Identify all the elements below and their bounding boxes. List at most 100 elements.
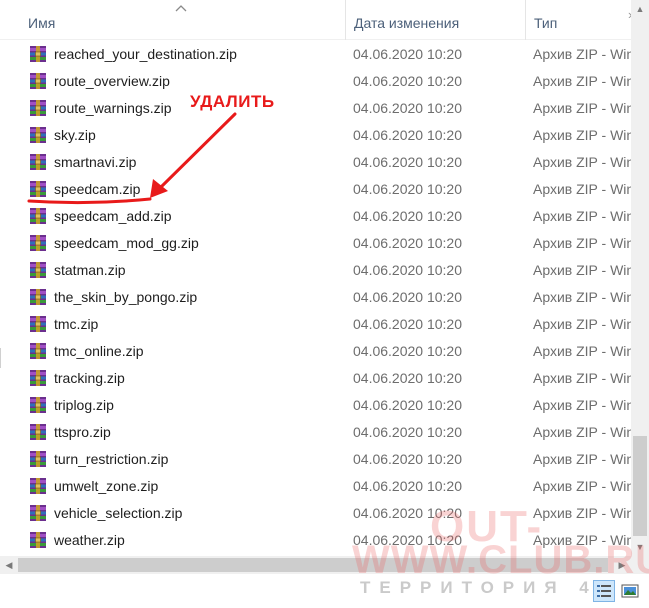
scroll-right-icon[interactable]: ▶ xyxy=(613,556,631,574)
winrar-archive-icon xyxy=(29,504,47,522)
winrar-archive-icon xyxy=(29,72,47,90)
file-date: 04.06.2020 10:20 xyxy=(353,127,462,143)
file-type: Архив ZIP - WinRAR xyxy=(533,370,631,386)
winrar-archive-icon xyxy=(29,315,47,333)
file-row[interactable]: speedcam_add.zip 04.06.2020 10:20 Архив ZI… xyxy=(0,203,631,230)
horizontal-scroll-thumb[interactable] xyxy=(18,558,608,572)
file-type: Архив ZIP - WinRAR xyxy=(533,100,631,116)
file-date: 04.06.2020 10:20 xyxy=(353,262,462,278)
winrar-archive-icon xyxy=(29,126,47,144)
winrar-archive-icon xyxy=(29,153,47,171)
file-name: umwelt_zone.zip xyxy=(54,478,159,494)
file-type: Архив ZIP - WinRAR xyxy=(533,451,631,467)
file-name: tmc.zip xyxy=(54,316,99,332)
file-name: speedcam_add.zip xyxy=(54,208,172,224)
scroll-down-icon[interactable]: ▼ xyxy=(631,538,649,556)
file-date: 04.06.2020 10:20 xyxy=(353,424,462,440)
file-date: 04.06.2020 10:20 xyxy=(353,370,462,386)
file-name: the_skin_by_pongo.zip xyxy=(54,289,198,305)
large-icons-view-icon xyxy=(621,584,639,598)
file-row[interactable]: turn_restriction.zip 04.06.2020 10:20 Архи… xyxy=(0,446,631,473)
file-row[interactable]: vehicle_selection.zip 04.06.2020 10:20 Арх… xyxy=(0,500,631,527)
file-date: 04.06.2020 10:20 xyxy=(353,73,462,89)
file-type: Архив ZIP - WinRAR xyxy=(533,505,631,521)
file-type: Архив ZIP - WinRAR xyxy=(533,262,631,278)
file-row[interactable]: tracking.zip 04.06.2020 10:20 Архив ZIP - … xyxy=(0,365,631,392)
winrar-archive-icon xyxy=(29,207,47,225)
winrar-archive-icon xyxy=(29,180,47,198)
scroll-left-icon[interactable]: ◀ xyxy=(0,556,18,574)
file-type: Архив ZIP - WinRAR xyxy=(533,289,631,305)
file-date: 04.06.2020 10:20 xyxy=(353,46,462,62)
file-type: Архив ZIP - WinRAR xyxy=(533,532,631,548)
file-row[interactable]: the_skin_by_pongo.zip 04.06.2020 10:20 Арх… xyxy=(0,284,631,311)
file-date: 04.06.2020 10:20 xyxy=(353,235,462,251)
winrar-archive-icon xyxy=(29,423,47,441)
file-row[interactable]: speedcam.zip 04.06.2020 10:20 Архив ZIP - … xyxy=(0,176,631,203)
file-row[interactable]: tmc.zip 04.06.2020 10:20 Архив ZIP - WinRA… xyxy=(0,311,631,338)
status-bar xyxy=(0,574,649,608)
winrar-archive-icon xyxy=(29,477,47,495)
file-row[interactable]: route_overview.zip 04.06.2020 10:20 Архив … xyxy=(0,68,631,95)
file-type: Архив ZIP - WinRAR xyxy=(533,424,631,440)
file-row[interactable]: triplog.zip 04.06.2020 10:20 Архив ZIP - W… xyxy=(0,392,631,419)
file-name: triplog.zip xyxy=(54,397,114,413)
file-row[interactable]: tmc_online.zip 04.06.2020 10:20 Архив ZIP … xyxy=(0,338,631,365)
file-date: 04.06.2020 10:20 xyxy=(353,343,462,359)
file-row[interactable]: smartnavi.zip 04.06.2020 10:20 Архив ZIP -… xyxy=(0,149,631,176)
file-name: reached_your_destination.zip xyxy=(54,46,237,62)
column-header-date[interactable]: Дата изменения xyxy=(345,0,525,40)
vertical-scrollbar[interactable]: ▲ ▼ xyxy=(631,0,649,556)
file-name: statman.zip xyxy=(54,262,126,278)
scroll-up-icon[interactable]: ▲ xyxy=(631,0,649,18)
file-date: 04.06.2020 10:20 xyxy=(353,181,462,197)
file-type: Архив ZIP - WinRAR xyxy=(533,73,631,89)
file-name: ttspro.zip xyxy=(54,424,111,440)
file-name: weather.zip xyxy=(54,532,125,548)
column-header-type[interactable]: Тип xyxy=(525,0,631,40)
file-row[interactable]: sky.zip 04.06.2020 10:20 Архив ZIP - WinRA… xyxy=(0,122,631,149)
winrar-archive-icon xyxy=(29,99,47,117)
file-row[interactable]: umwelt_zone.zip 04.06.2020 10:20 Архив ZIP… xyxy=(0,473,631,500)
file-type: Архив ZIP - WinRAR xyxy=(533,343,631,359)
details-view-button[interactable] xyxy=(593,580,615,602)
winrar-archive-icon xyxy=(29,234,47,252)
file-name: tmc_online.zip xyxy=(54,343,144,359)
file-date: 04.06.2020 10:20 xyxy=(353,478,462,494)
file-date: 04.06.2020 10:20 xyxy=(353,289,462,305)
file-date: 04.06.2020 10:20 xyxy=(353,505,462,521)
winrar-archive-icon xyxy=(29,45,47,63)
winrar-archive-icon xyxy=(29,288,47,306)
horizontal-scrollbar[interactable]: ◀ ▶ xyxy=(0,556,631,574)
file-row[interactable]: ttspro.zip 04.06.2020 10:20 Архив ZIP - Wi… xyxy=(0,419,631,446)
file-type: Архив ZIP - WinRAR xyxy=(533,478,631,494)
column-header-name[interactable]: Имя xyxy=(20,0,345,40)
file-row[interactable]: speedcam_mod_gg.zip 04.06.2020 10:20 Архив… xyxy=(0,230,631,257)
file-date: 04.06.2020 10:20 xyxy=(353,154,462,170)
file-name: sky.zip xyxy=(54,127,96,143)
large-icons-view-button[interactable] xyxy=(619,580,641,602)
winrar-archive-icon xyxy=(29,369,47,387)
file-date: 04.06.2020 10:20 xyxy=(353,316,462,332)
file-row[interactable]: reached_your_destination.zip 04.06.2020 1… xyxy=(0,41,631,68)
file-row[interactable]: weather.zip 04.06.2020 10:20 Архив ZIP - W… xyxy=(0,527,631,554)
file-name: turn_restriction.zip xyxy=(54,451,169,467)
file-row[interactable]: statman.zip 04.06.2020 10:20 Архив ZIP - W… xyxy=(0,257,631,284)
file-name: speedcam.zip xyxy=(54,181,141,197)
annotation-label: УДАЛИТЬ xyxy=(190,92,275,111)
file-list: reached_your_destination.zip 04.06.2020 1… xyxy=(0,41,631,554)
file-date: 04.06.2020 10:20 xyxy=(353,451,462,467)
vertical-scroll-thumb[interactable] xyxy=(633,436,647,536)
file-name: route_warnings.zip xyxy=(54,100,172,116)
file-name: vehicle_selection.zip xyxy=(54,505,183,521)
file-date: 04.06.2020 10:20 xyxy=(353,100,462,116)
file-name: smartnavi.zip xyxy=(54,154,137,170)
file-date: 04.06.2020 10:20 xyxy=(353,208,462,224)
file-type: Архив ZIP - WinRAR xyxy=(533,181,631,197)
file-type: Архив ZIP - WinRAR xyxy=(533,316,631,332)
file-name: route_overview.zip xyxy=(54,73,170,89)
file-type: Архив ZIP - WinRAR xyxy=(533,235,631,251)
winrar-archive-icon xyxy=(29,261,47,279)
file-row[interactable]: route_warnings.zip 04.06.2020 10:20 Архив … xyxy=(0,95,631,122)
file-type: Архив ZIP - WinRAR xyxy=(533,397,631,413)
